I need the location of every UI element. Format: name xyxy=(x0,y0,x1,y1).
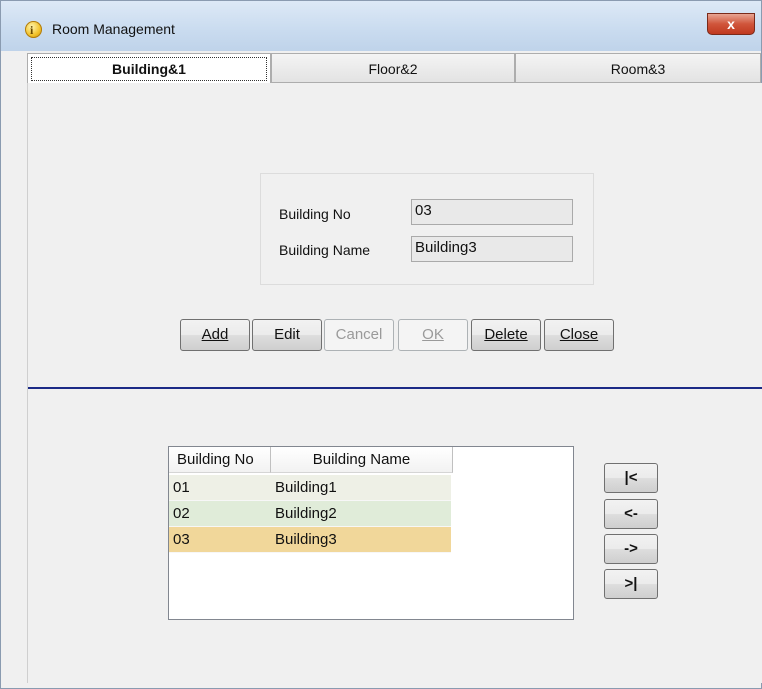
cell-building-name: Building2 xyxy=(275,505,337,522)
first-record-button[interactable]: |< xyxy=(604,463,658,493)
tab-floor[interactable]: Floor&2 xyxy=(271,53,515,83)
section-divider xyxy=(28,387,762,389)
previous-record-button[interactable]: <- xyxy=(604,499,658,529)
building-details-group: Building No 03 Building Name Building3 xyxy=(260,173,594,285)
cell-building-name: Building3 xyxy=(275,531,337,548)
room-management-window: i Room Management x Building&1 Floor&2 R… xyxy=(0,0,762,689)
ok-label: OK xyxy=(422,326,444,343)
cancel-label: Cancel xyxy=(335,326,383,343)
building-name-label: Building Name xyxy=(279,242,371,258)
table-row[interactable]: 01 Building1 xyxy=(169,475,451,501)
column-header-building-name[interactable]: Building Name xyxy=(271,447,453,473)
close-label: Close xyxy=(559,326,599,343)
add-label: Add xyxy=(201,326,229,343)
building-no-label: Building No xyxy=(279,206,351,222)
tab-focus-rectangle xyxy=(31,57,267,81)
next-record-button[interactable]: -> xyxy=(604,534,658,564)
table-row-selected[interactable]: 03 Building3 xyxy=(169,527,451,553)
tab-building[interactable]: Building&1 xyxy=(27,53,271,83)
cell-building-no: 02 xyxy=(173,505,190,522)
cell-building-name: Building1 xyxy=(275,479,337,496)
info-icon: i xyxy=(25,21,42,38)
cell-building-no: 03 xyxy=(173,531,190,548)
add-button[interactable]: Add xyxy=(180,319,250,351)
building-name-field[interactable]: Building3 xyxy=(411,236,573,262)
building-tab-page: Building No 03 Building Name Building3 A… xyxy=(27,83,762,683)
last-record-button[interactable]: >| xyxy=(604,569,658,599)
client-area: Building&1 Floor&2 Room&3 Building No 03… xyxy=(9,53,762,687)
delete-button[interactable]: Delete xyxy=(471,319,541,351)
window-title: Room Management xyxy=(52,21,175,37)
building-no-field[interactable]: 03 xyxy=(411,199,573,225)
cancel-button[interactable]: Cancel xyxy=(324,319,394,351)
tab-floor-label: Floor&2 xyxy=(368,61,418,77)
cell-building-no: 01 xyxy=(173,479,190,496)
delete-label: Delete xyxy=(484,326,528,343)
tab-room[interactable]: Room&3 xyxy=(515,53,761,83)
building-list[interactable]: Building No Building Name 01 Building1 0… xyxy=(168,446,574,620)
ok-button[interactable]: OK xyxy=(398,319,468,351)
edit-button[interactable]: Edit xyxy=(252,319,322,351)
edit-label: Edit xyxy=(274,326,300,343)
close-button[interactable]: Close xyxy=(544,319,614,351)
table-row[interactable]: 02 Building2 xyxy=(169,501,451,527)
column-header-building-no[interactable]: Building No xyxy=(169,447,271,473)
close-window-button[interactable]: x xyxy=(707,13,755,35)
tab-room-label: Room&3 xyxy=(610,61,666,77)
title-bar[interactable]: i Room Management x xyxy=(1,1,761,51)
